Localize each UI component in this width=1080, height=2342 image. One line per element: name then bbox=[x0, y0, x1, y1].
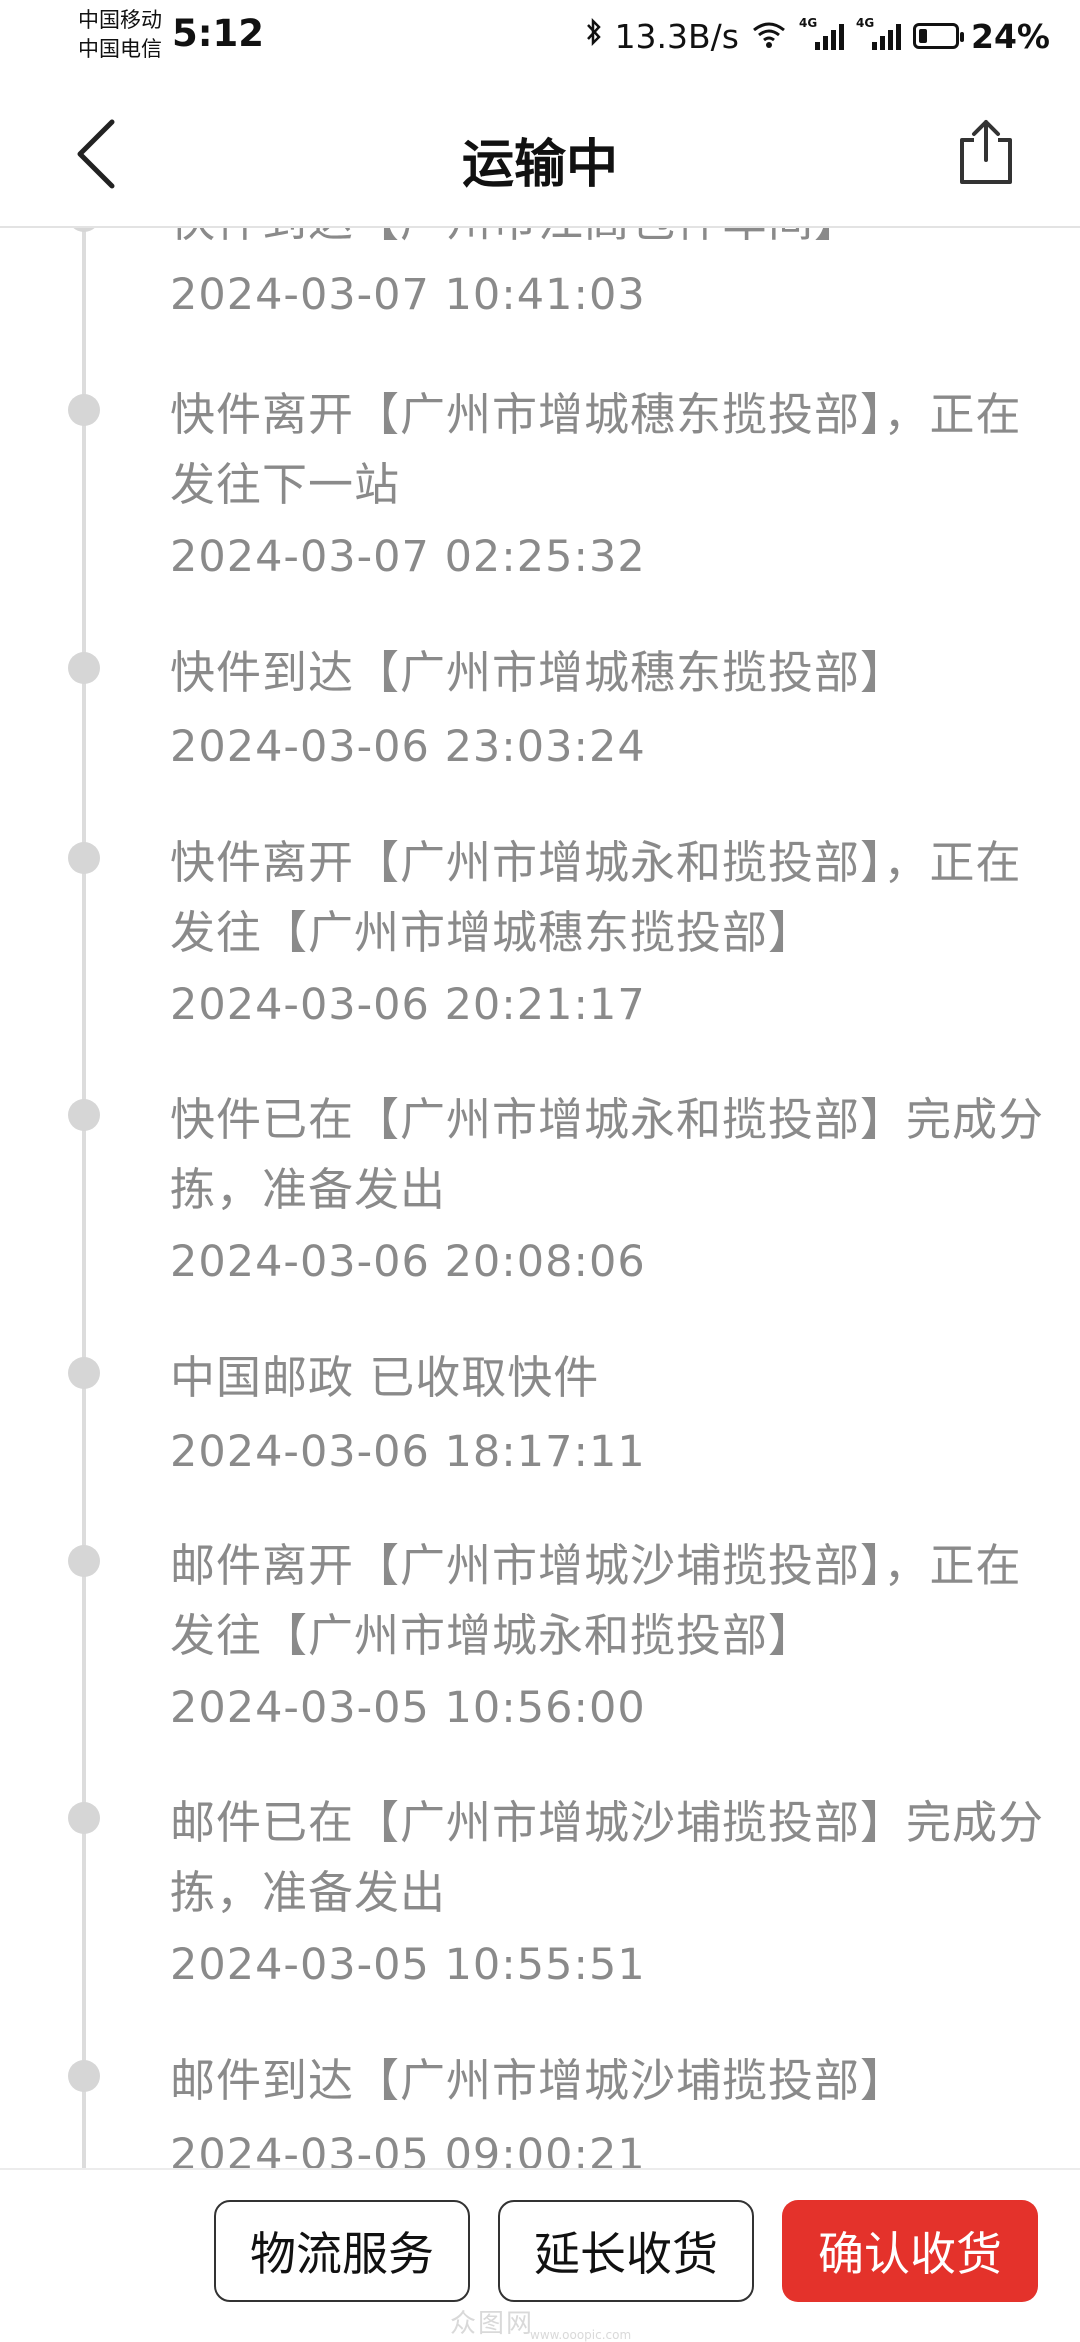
event-time: 2024-03-07 10:41:03 bbox=[170, 270, 646, 320]
event-time: 2024-03-06 18:17:11 bbox=[170, 1427, 646, 1477]
event-time: 2024-03-07 02:25:32 bbox=[170, 532, 646, 582]
share-button[interactable] bbox=[954, 116, 1018, 188]
bottom-action-bar: 物流服务 延长收货 确认收货 众图网 www.ooopic.com bbox=[0, 2168, 1080, 2342]
timeline-dot bbox=[68, 1357, 100, 1389]
extend-receipt-button[interactable]: 延长收货 bbox=[498, 2200, 754, 2302]
signal-1-icon: 4G bbox=[799, 16, 844, 50]
event-text: 中国邮政 已收取快件 bbox=[170, 1351, 600, 1404]
timeline-dot bbox=[68, 228, 100, 232]
timeline-line bbox=[82, 228, 86, 2168]
timeline-dot bbox=[68, 1545, 100, 1577]
event-time: 2024-03-05 09:00:21 bbox=[170, 2130, 646, 2168]
event-time: 2024-03-06 20:08:06 bbox=[170, 1237, 646, 1287]
network-speed: 13.3B/s bbox=[614, 16, 739, 56]
timeline-dot bbox=[68, 2060, 100, 2092]
event-text: 邮件已在【广州市增城沙埔揽投部】完成分拣，准备发出 bbox=[170, 1796, 1045, 1919]
clock: 5:12 bbox=[172, 12, 265, 55]
signal-1-tag: 4G bbox=[799, 16, 818, 30]
event-text: 邮件到达【广州市增城沙埔揽投部】 bbox=[170, 2054, 907, 2107]
battery-icon bbox=[913, 23, 964, 49]
tracking-timeline: 快件到达【广州市江高包件车间】 2024-03-07 10:41:03 快件离开… bbox=[0, 228, 1080, 2168]
signal-2-tag: 4G bbox=[856, 16, 875, 30]
carrier-1: 中国移动 bbox=[78, 8, 162, 32]
event-text: 邮件离开【广州市增城沙埔揽投部】，正在发往【广州市增城永和揽投部】 bbox=[170, 1539, 1022, 1662]
battery-percent: 24% bbox=[971, 16, 1050, 56]
carrier-info: 中国移动 中国电信 bbox=[78, 6, 162, 64]
confirm-receipt-button[interactable]: 确认收货 bbox=[782, 2200, 1038, 2302]
watermark: 众图网 bbox=[450, 2309, 535, 2339]
event-text: 快件到达【广州市江高包件车间】 bbox=[170, 228, 1050, 256]
timeline-dot bbox=[68, 842, 100, 874]
logistics-service-button[interactable]: 物流服务 bbox=[214, 2200, 470, 2302]
timeline-dot bbox=[68, 652, 100, 684]
page-title: 运输中 bbox=[461, 135, 618, 195]
timeline-dot bbox=[68, 1802, 100, 1834]
event-time: 2024-03-05 10:56:00 bbox=[170, 1683, 646, 1733]
event-time: 2024-03-06 20:21:17 bbox=[170, 980, 646, 1030]
event-time: 2024-03-06 23:03:24 bbox=[170, 722, 646, 772]
event-text: 快件到达【广州市增城穗东揽投部】 bbox=[170, 646, 907, 699]
event-text: 快件离开【广州市增城穗东揽投部】，正在发往下一站 bbox=[170, 388, 1022, 511]
signal-2-icon: 4G bbox=[856, 16, 901, 50]
wifi-icon bbox=[751, 19, 787, 53]
share-icon bbox=[960, 120, 1012, 184]
status-bar: 中国移动 中国电信 5:12 13.3B/s 4G 4G 24% bbox=[0, 0, 1080, 80]
event-text: 快件已在【广州市增城永和揽投部】完成分拣，准备发出 bbox=[170, 1093, 1045, 1216]
carrier-2: 中国电信 bbox=[78, 37, 162, 61]
event-text: 快件离开【广州市增城永和揽投部】，正在发往【广州市增城穗东揽投部】 bbox=[170, 836, 1022, 959]
timeline-dot bbox=[68, 394, 100, 426]
event-time: 2024-03-05 10:55:51 bbox=[170, 1940, 646, 1990]
header: 运输中 bbox=[0, 80, 1080, 228]
bluetooth-icon bbox=[585, 17, 603, 55]
status-indicators: 13.3B/s 4G 4G 24% bbox=[585, 14, 1050, 58]
timeline-dot bbox=[68, 1099, 100, 1131]
